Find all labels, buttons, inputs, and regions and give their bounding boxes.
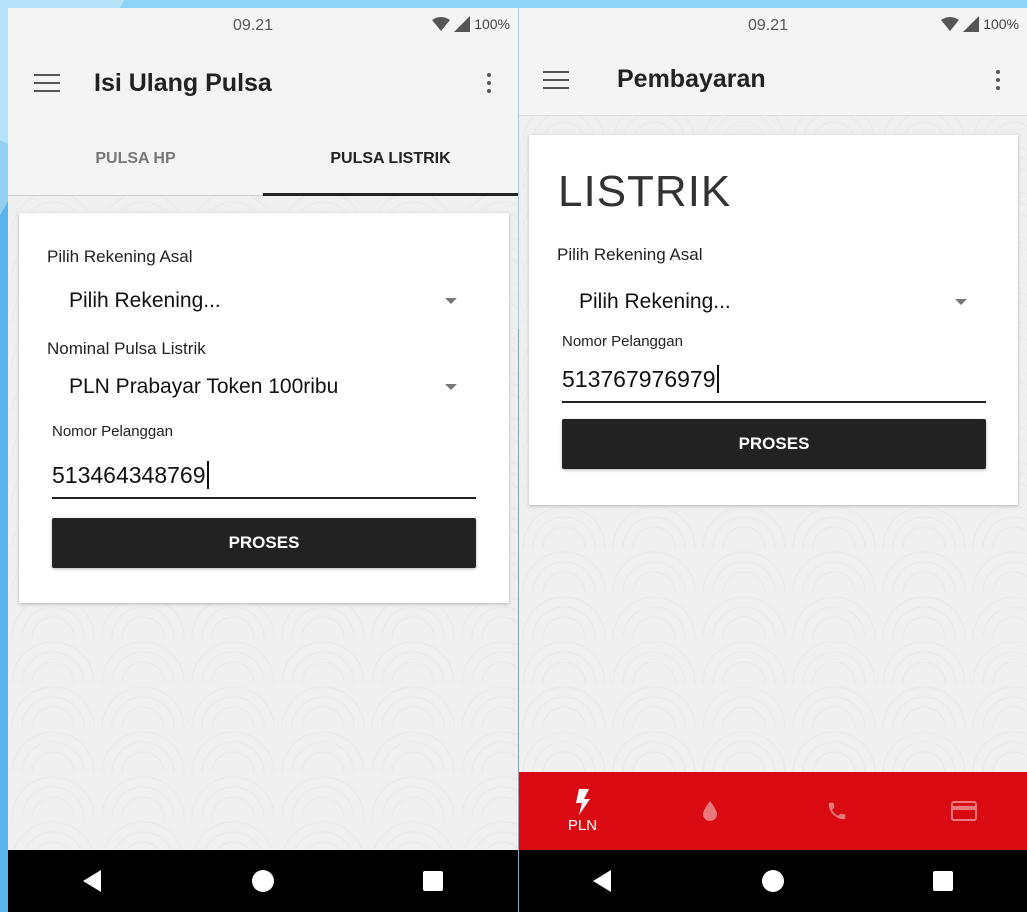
recents-icon[interactable] <box>423 871 444 891</box>
more-options-icon[interactable] <box>474 68 504 98</box>
system-nav-bar <box>519 850 1027 912</box>
status-time: 09.21 <box>748 17 789 34</box>
phone-icon <box>828 802 845 820</box>
status-icons: 100% <box>941 16 1019 32</box>
nav-item-pln[interactable]: PLN <box>519 788 646 834</box>
customer-number-input[interactable]: 513464348769 <box>52 451 476 499</box>
signal-icon <box>963 16 980 32</box>
battery-level: 100% <box>983 16 1019 32</box>
back-icon[interactable] <box>593 870 613 892</box>
page-title: Pembayaran <box>617 65 766 93</box>
text-cursor <box>206 461 209 489</box>
account-select-value: Pilih Rekening... <box>579 290 731 313</box>
home-icon[interactable] <box>761 870 784 892</box>
nav-item-phone[interactable] <box>773 800 900 822</box>
account-label: Pilih Rekening Asal <box>557 245 703 264</box>
water-drop-icon <box>702 801 717 821</box>
nav-item-card[interactable] <box>900 801 1027 821</box>
status-bar: 09.21 100% <box>519 8 1027 44</box>
chevron-down-icon <box>955 299 967 305</box>
chevron-down-icon <box>445 384 457 390</box>
status-icons: 100% <box>432 16 510 32</box>
app-bar: Isi Ulang Pulsa <box>8 44 518 122</box>
bottom-nav: PLN <box>519 772 1027 850</box>
account-select[interactable]: Pilih Rekening... <box>69 289 457 313</box>
wifi-icon <box>432 17 451 31</box>
customer-number-label: Nomor Pelanggan <box>562 333 683 350</box>
credit-card-icon <box>950 801 977 821</box>
system-nav-bar <box>8 850 518 912</box>
form-card: Pilih Rekening Asal Pilih Rekening... No… <box>19 213 509 603</box>
more-options-icon[interactable] <box>983 65 1013 95</box>
menu-icon[interactable] <box>34 74 60 92</box>
tab-bar: PULSA HP PULSA LISTRIK <box>8 122 518 196</box>
account-label: Pilih Rekening Asal <box>47 247 193 266</box>
tab-pulsa-listrik[interactable]: PULSA LISTRIK <box>263 122 518 196</box>
form-card: LISTRIK Pilih Rekening Asal Pilih Rekeni… <box>529 135 1018 505</box>
text-cursor <box>716 365 719 393</box>
proses-button[interactable]: PROSES <box>562 419 986 469</box>
customer-number-input[interactable]: 513767976979 <box>562 357 986 403</box>
customer-number-label: Nomor Pelanggan <box>52 423 173 440</box>
battery-level: 100% <box>474 16 510 32</box>
back-icon[interactable] <box>82 870 103 892</box>
proses-button[interactable]: PROSES <box>52 518 476 568</box>
status-bar: 09.21 100% <box>8 8 518 44</box>
chevron-down-icon <box>445 298 457 304</box>
nav-item-label: PLN <box>567 816 598 834</box>
wifi-icon <box>941 17 960 31</box>
customer-number-value: 513767976979 <box>562 366 716 392</box>
home-icon[interactable] <box>251 870 274 892</box>
status-time: 09.21 <box>233 17 274 34</box>
customer-number-value: 513464348769 <box>52 462 206 488</box>
lightning-icon <box>575 788 590 815</box>
nominal-label: Nominal Pulsa Listrik <box>47 339 206 358</box>
nominal-select-value: PLN Prabayar Token 100ribu <box>69 375 339 398</box>
right-phone-screen: 09.21 100% Pembayaran LISTRIK Pilih Reke… <box>519 8 1027 912</box>
app-bar: Pembayaran <box>519 44 1027 116</box>
left-phone-screen: 09.21 100% Isi Ulang Pulsa PULSA HP PULS… <box>8 8 518 912</box>
recents-icon[interactable] <box>932 871 953 891</box>
tab-pulsa-hp[interactable]: PULSA HP <box>8 122 263 195</box>
service-heading: LISTRIK <box>558 167 732 216</box>
nominal-select[interactable]: PLN Prabayar Token 100ribu <box>69 375 457 399</box>
signal-icon <box>454 16 471 32</box>
account-select-value: Pilih Rekening... <box>69 289 221 312</box>
account-select[interactable]: Pilih Rekening... <box>579 290 967 314</box>
menu-icon[interactable] <box>543 70 569 89</box>
page-title: Isi Ulang Pulsa <box>94 68 272 97</box>
nav-item-water[interactable] <box>646 801 773 821</box>
